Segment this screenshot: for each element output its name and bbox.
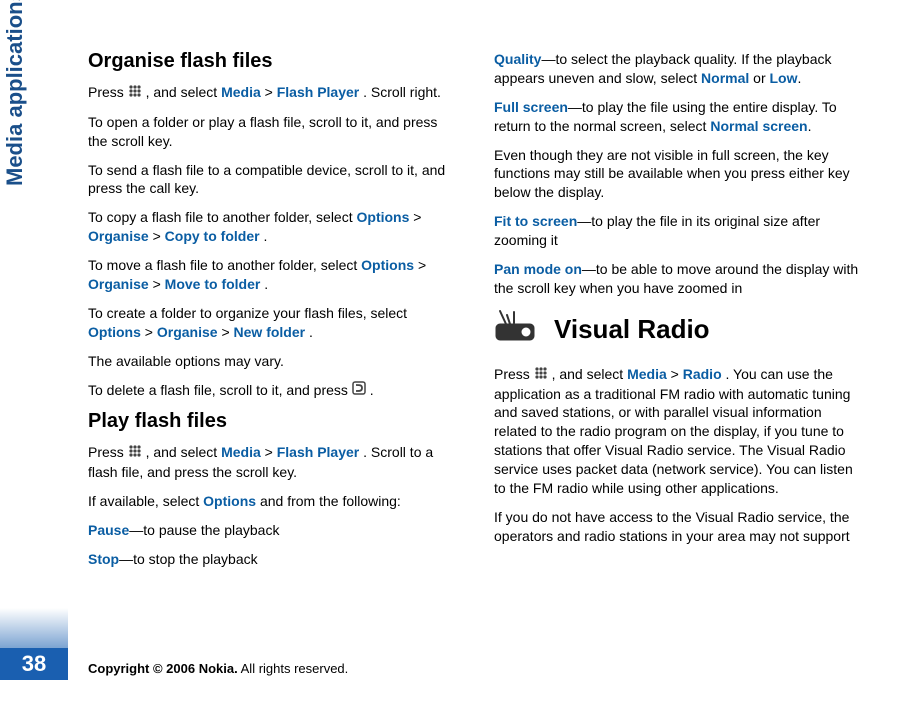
link-media: Media: [221, 84, 261, 100]
link-organise: Organise: [88, 276, 149, 292]
link-flash-player: Flash Player: [277, 444, 360, 460]
paragraph: Even though they are not visible in full…: [494, 146, 864, 203]
radio-icon: [494, 308, 540, 351]
link-radio: Radio: [683, 366, 722, 382]
text: , and select: [552, 366, 628, 382]
paragraph: Stop—to stop the playback: [88, 550, 458, 569]
right-column: Quality—to select the playback quality. …: [494, 50, 864, 646]
text: >: [265, 84, 277, 100]
text: Press: [494, 366, 534, 382]
text: —to stop the playback: [119, 551, 258, 567]
text: To copy a flash file to another folder, …: [88, 209, 357, 225]
text: .: [263, 228, 267, 244]
link-low: Low: [770, 70, 798, 86]
text: >: [671, 366, 683, 382]
sidebar: Media applications 38: [0, 0, 68, 706]
option-fit-to-screen: Fit to screen: [494, 213, 577, 229]
link-options: Options: [203, 493, 256, 509]
content: Organise flash files Press , and select …: [88, 50, 864, 646]
text: To create a folder to organize your flas…: [88, 305, 407, 321]
text: , and select: [146, 84, 222, 100]
text: >: [418, 257, 426, 273]
text: .: [370, 382, 374, 398]
link-new-folder: New folder: [234, 324, 306, 340]
section-label: Media applications: [2, 0, 28, 186]
link-options: Options: [88, 324, 141, 340]
paragraph: To create a folder to organize your flas…: [88, 304, 458, 342]
copyright-bold: Copyright © 2006 Nokia.: [88, 661, 238, 676]
paragraph: To move a flash file to another folder, …: [88, 256, 458, 294]
text: . Scroll right.: [363, 84, 441, 100]
link-media: Media: [221, 444, 261, 460]
paragraph: Fit to screen—to play the file in its or…: [494, 212, 864, 250]
paragraph: Quality—to select the playback quality. …: [494, 50, 864, 88]
link-organise: Organise: [157, 324, 218, 340]
text: or: [749, 70, 769, 86]
text: —to pause the playback: [129, 522, 279, 538]
text: >: [265, 444, 273, 460]
paragraph: Press , and select Media > Flash Player …: [88, 83, 458, 103]
option-quality: Quality: [494, 51, 541, 67]
heading-visual-radio: Visual Radio: [494, 308, 864, 351]
text: .: [309, 324, 313, 340]
link-copy-to-folder: Copy to folder: [165, 228, 260, 244]
text: . You can use the application as a tradi…: [494, 366, 853, 496]
link-options: Options: [361, 257, 414, 273]
paragraph: Pause—to pause the playback: [88, 521, 458, 540]
text: To move a flash file to another folder, …: [88, 257, 361, 273]
paragraph: If available, select Options and from th…: [88, 492, 458, 511]
page-number: 38: [0, 648, 68, 680]
option-full-screen: Full screen: [494, 99, 568, 115]
paragraph: To open a folder or play a flash file, s…: [88, 113, 458, 151]
menu-key-icon: [534, 366, 548, 385]
clear-key-icon: [352, 381, 366, 400]
text: If available, select: [88, 493, 203, 509]
option-pan-mode: Pan mode on: [494, 261, 582, 277]
text: , and select: [146, 444, 222, 460]
copyright-rest: All rights reserved.: [238, 661, 349, 676]
paragraph: To copy a flash file to another folder, …: [88, 208, 458, 246]
menu-key-icon: [128, 84, 142, 103]
paragraph: The available options may vary.: [88, 352, 458, 371]
link-normal: Normal: [701, 70, 749, 86]
paragraph: To delete a flash file, scroll to it, an…: [88, 381, 458, 401]
text: >: [221, 324, 233, 340]
link-media: Media: [627, 366, 667, 382]
paragraph: Press , and select Media > Flash Player …: [88, 443, 458, 482]
text: and from the following:: [260, 493, 401, 509]
link-flash-player: Flash Player: [277, 84, 360, 100]
link-options: Options: [357, 209, 410, 225]
paragraph: Press , and select Media > Radio . You c…: [494, 365, 864, 498]
paragraph: If you do not have access to the Visual …: [494, 508, 864, 546]
text: To delete a flash file, scroll to it, an…: [88, 382, 352, 398]
paragraph: Full screen—to play the file using the e…: [494, 98, 864, 136]
text: Press: [88, 84, 128, 100]
option-stop: Stop: [88, 551, 119, 567]
text: Press: [88, 444, 128, 460]
footer: Copyright © 2006 Nokia. All rights reser…: [88, 661, 348, 676]
text: >: [153, 228, 165, 244]
heading-organise: Organise flash files: [88, 50, 458, 73]
heading-text: Visual Radio: [554, 314, 710, 345]
left-column: Organise flash files Press , and select …: [88, 50, 458, 646]
link-normal-screen: Normal screen: [710, 118, 807, 134]
link-organise: Organise: [88, 228, 149, 244]
text: .: [264, 276, 268, 292]
text: >: [153, 276, 165, 292]
paragraph: To send a flash file to a compatible dev…: [88, 161, 458, 199]
text: .: [798, 70, 802, 86]
text: >: [145, 324, 153, 340]
text: >: [413, 209, 421, 225]
link-move-to-folder: Move to folder: [165, 276, 261, 292]
menu-key-icon: [128, 444, 142, 463]
page-number-box: 38: [0, 606, 68, 706]
paragraph: Pan mode on—to be able to move around th…: [494, 260, 864, 298]
option-pause: Pause: [88, 522, 129, 538]
heading-play: Play flash files: [88, 410, 458, 433]
text: .: [808, 118, 812, 134]
